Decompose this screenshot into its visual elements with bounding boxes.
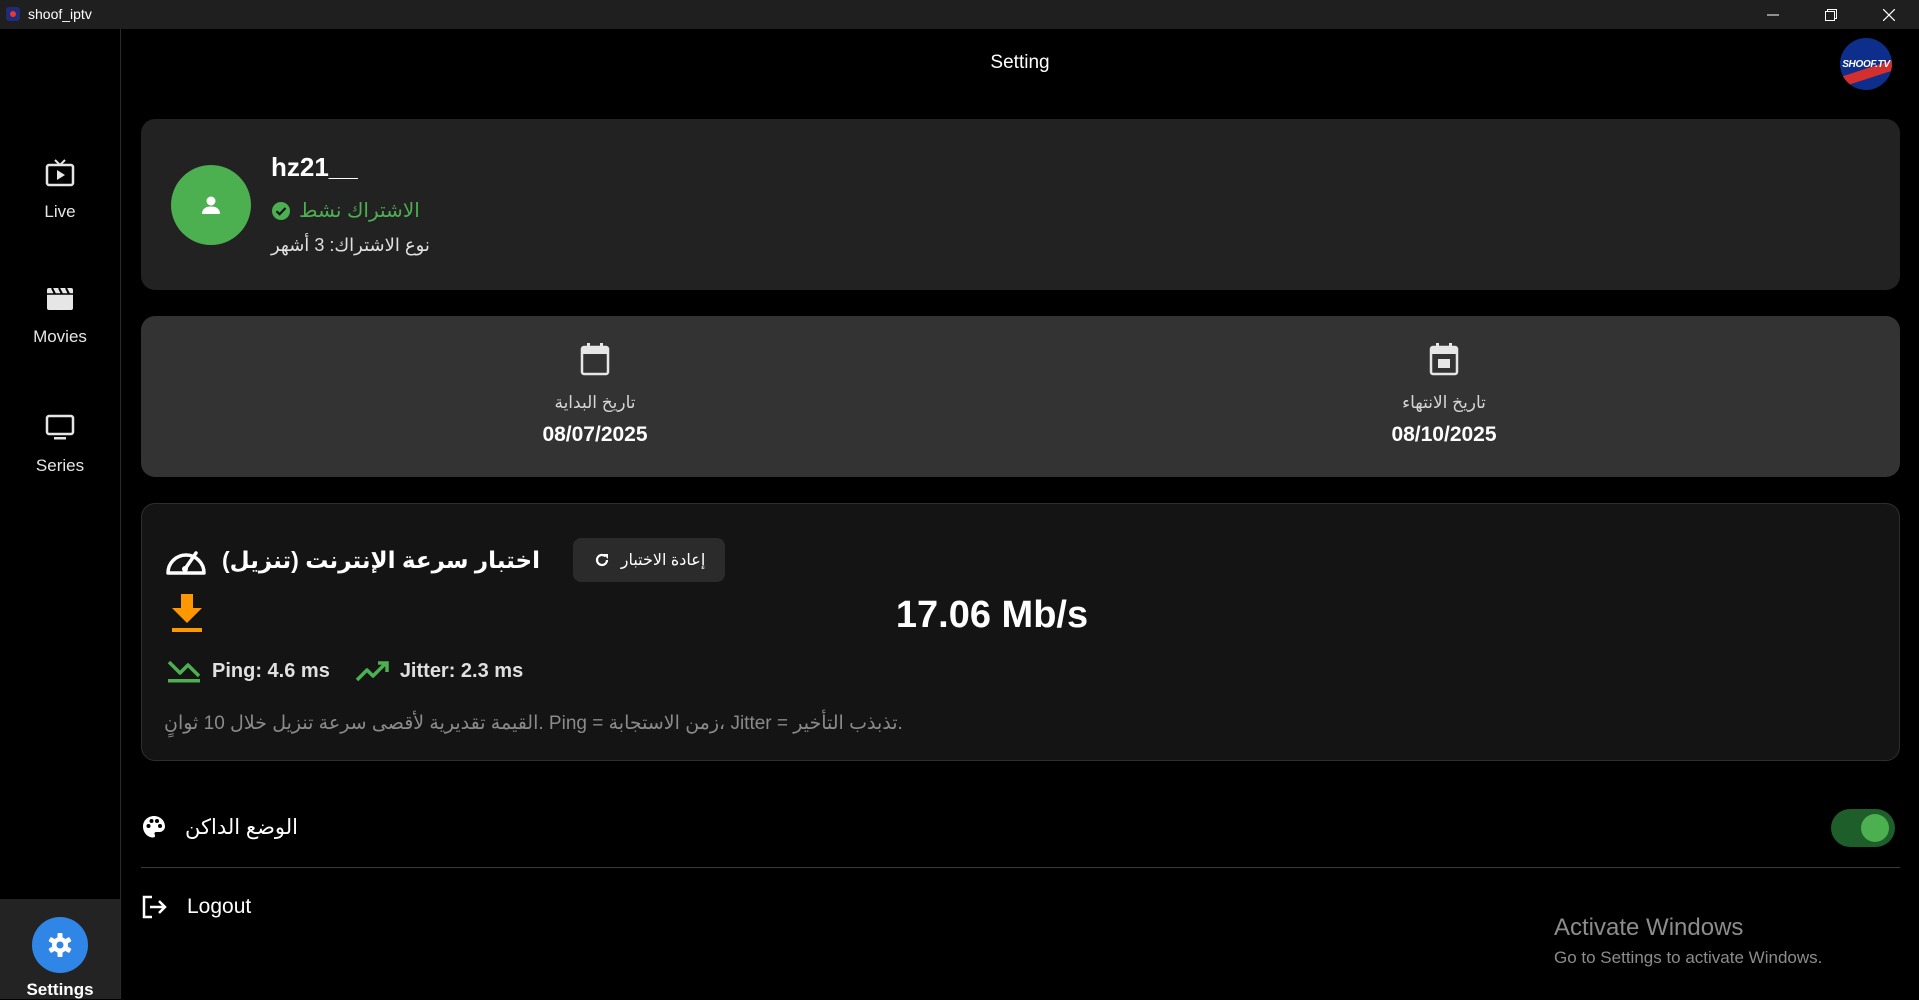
sidebar-item-label: Settings bbox=[26, 980, 94, 999]
jitter-value: Jitter: 2.3 ms bbox=[399, 659, 524, 682]
palette-icon bbox=[143, 816, 165, 838]
subscription-dates-card: تاريخ البداية 08/07/2025 تاريخ الانتهاء … bbox=[141, 316, 1900, 477]
start-date-value: 08/07/2025 bbox=[542, 423, 648, 446]
end-date-block: تاريخ الانتهاء 08/10/2025 bbox=[1294, 342, 1594, 447]
network-ping-icon bbox=[167, 660, 201, 683]
window-titlebar: shoof_iptv bbox=[0, 0, 1919, 29]
check-circle-icon bbox=[272, 201, 290, 220]
profile-card: hz21__ الاشتراك نشط نوع الاشتراك: 3 أشهر bbox=[141, 119, 1900, 290]
sidebar-item-settings[interactable]: Settings bbox=[0, 899, 120, 999]
minimize-button[interactable] bbox=[1744, 0, 1802, 29]
sidebar-item-label: Series bbox=[35, 456, 85, 475]
end-date-value: 08/10/2025 bbox=[1391, 423, 1497, 446]
dark-mode-label: الوضع الداكن bbox=[185, 815, 298, 839]
end-date-label: تاريخ الانتهاء bbox=[1402, 393, 1486, 412]
subscription-status: الاشتراك نشط bbox=[271, 198, 420, 223]
speed-test-card: اختبار سرعة الإنترنت (تنزيل) إعادة الاخت… bbox=[141, 503, 1900, 761]
app-icon bbox=[6, 7, 20, 21]
start-date-label: تاريخ البداية bbox=[554, 393, 636, 412]
live-tv-icon bbox=[45, 159, 75, 187]
close-button[interactable] bbox=[1860, 0, 1918, 29]
trending-up-icon bbox=[355, 661, 389, 682]
window-title: shoof_iptv bbox=[28, 6, 92, 22]
download-icon bbox=[172, 594, 202, 632]
calendar-icon bbox=[580, 343, 610, 376]
sidebar-item-live[interactable]: Live bbox=[0, 159, 120, 222]
sidebar-item-movies[interactable]: Movies bbox=[0, 286, 120, 347]
gear-icon bbox=[48, 933, 72, 957]
logout-row[interactable]: Logout bbox=[141, 894, 251, 920]
dark-mode-row: الوضع الداكن bbox=[141, 814, 298, 840]
ping-metric: Ping: 4.6 ms bbox=[166, 658, 330, 684]
dark-mode-toggle[interactable] bbox=[1831, 809, 1895, 847]
logout-label: Logout bbox=[187, 895, 252, 918]
speed-metrics: Ping: 4.6 ms Jitter: 2.3 ms bbox=[166, 658, 547, 684]
avatar bbox=[171, 165, 251, 245]
settings-divider bbox=[141, 867, 1900, 868]
monitor-icon bbox=[45, 414, 75, 440]
restore-icon bbox=[1825, 8, 1837, 21]
watermark-line2: Go to Settings to activate Windows. bbox=[1554, 948, 1823, 967]
settings-icon-badge bbox=[32, 917, 88, 973]
refresh-icon bbox=[595, 553, 608, 567]
minimize-icon bbox=[1767, 14, 1779, 15]
download-icon-wrap bbox=[170, 592, 204, 639]
movie-clapper-icon bbox=[47, 287, 73, 310]
calendar-event-icon bbox=[1429, 343, 1459, 376]
start-date-block: تاريخ البداية 08/07/2025 bbox=[445, 342, 745, 447]
restore-button[interactable] bbox=[1802, 0, 1860, 29]
logout-icon bbox=[142, 895, 167, 919]
subscription-type: نوع الاشتراك: 3 أشهر bbox=[271, 235, 430, 255]
app-logo: SHOOF.TV bbox=[1840, 38, 1892, 90]
speedometer-icon bbox=[166, 551, 206, 575]
logo-text: SHOOF.TV bbox=[1842, 58, 1890, 70]
speed-test-header: اختبار سرعة الإنترنت (تنزيل) إعادة الاخت… bbox=[164, 538, 726, 582]
subscription-status-label: الاشتراك نشط bbox=[299, 200, 420, 222]
speed-test-title: اختبار سرعة الإنترنت (تنزيل) bbox=[222, 546, 541, 573]
sidebar-item-label: Live bbox=[44, 202, 76, 221]
watermark-line1: Activate Windows bbox=[1554, 914, 1744, 941]
windows-activation-watermark: Activate Windows Go to Settings to activ… bbox=[1554, 914, 1822, 968]
download-speed-value: 17.06 Mb/s bbox=[895, 594, 1089, 636]
toggle-knob bbox=[1861, 814, 1889, 842]
person-icon bbox=[202, 196, 220, 214]
username: hz21__ bbox=[271, 152, 358, 182]
page-title: Setting bbox=[990, 52, 1050, 73]
close-icon bbox=[1883, 8, 1895, 21]
sidebar-item-series[interactable]: Series bbox=[0, 413, 120, 476]
speed-test-note: القيمة تقديرية لأقصى سرعة تنزيل خلال 10 … bbox=[164, 713, 903, 734]
ping-value: Ping: 4.6 ms bbox=[212, 659, 330, 682]
sidebar-nav: Live Movies Series Settings bbox=[0, 29, 121, 999]
jitter-metric: Jitter: 2.3 ms bbox=[354, 658, 523, 684]
sidebar-item-label: Movies bbox=[33, 327, 87, 346]
retest-button[interactable]: إعادة الاختبار bbox=[573, 538, 726, 582]
retest-button-label: إعادة الاختبار bbox=[620, 552, 706, 569]
